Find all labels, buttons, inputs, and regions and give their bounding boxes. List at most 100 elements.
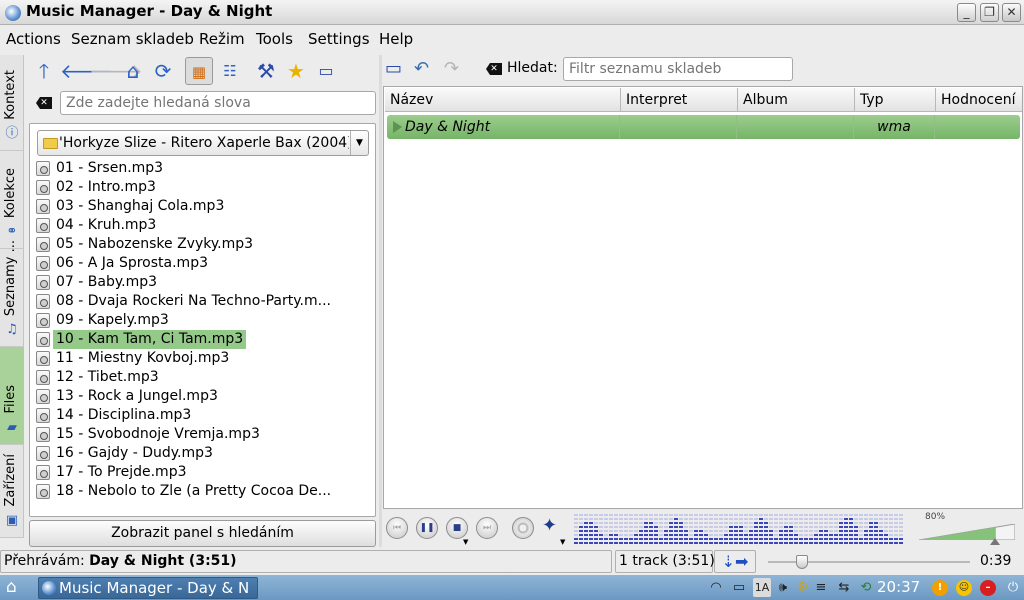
forward-arrow-icon[interactable]: 🡒 — [89, 57, 143, 85]
visualizer-menu-arrow-icon[interactable]: ▼ — [560, 538, 565, 546]
menu-playlist[interactable]: Seznam skladeb — [71, 30, 194, 48]
analyzer-cell — [654, 514, 658, 516]
undo-icon[interactable]: ↶ — [414, 57, 438, 81]
menu-actions[interactable]: Actions — [6, 30, 61, 48]
maximize-button[interactable]: ❐ — [980, 3, 999, 22]
smiley-icon[interactable]: ☺ — [956, 580, 972, 596]
analyzer-cell — [889, 534, 893, 536]
alert-icon[interactable]: ! — [932, 580, 948, 596]
analyzer-cell — [774, 530, 778, 532]
redo-icon[interactable]: ↷ — [444, 57, 468, 81]
file-list-item[interactable]: 16 - Gajdy - Dudy.mp3 — [35, 444, 370, 463]
stop-menu-arrow-icon[interactable]: ▼ — [463, 538, 468, 546]
analyzer-cell — [759, 518, 763, 520]
analyzer-cell — [604, 542, 608, 544]
volume-knob[interactable] — [990, 538, 1000, 545]
analyzer-cell — [874, 530, 878, 532]
minimize-button[interactable]: _ — [957, 3, 976, 22]
column-artist[interactable]: Interpret — [621, 88, 738, 112]
visualizer-icon[interactable]: ✦ — [542, 515, 557, 536]
analyzer-cell — [729, 538, 733, 540]
file-list-item[interactable]: 03 - Shanghaj Cola.mp3 — [35, 197, 370, 216]
menu-mode[interactable]: Režim — [199, 30, 245, 48]
playlist-filter-input[interactable] — [563, 57, 793, 81]
analyzer-cell — [724, 522, 728, 524]
preview-icon[interactable]: ▭ — [312, 57, 340, 85]
analyzer-cell — [789, 542, 793, 544]
file-list-item[interactable]: 13 - Rock a Jungel.mp3 — [35, 387, 370, 406]
chevron-down-icon[interactable]: ▼ — [350, 131, 368, 155]
queue-icon[interactable]: ⇣➡ — [714, 550, 756, 573]
back-arrow-icon[interactable]: 🡐 — [60, 57, 114, 85]
file-list-item[interactable]: 06 - A Ja Sprosta.mp3 — [35, 254, 370, 273]
battery-icon[interactable]: ▭ — [729, 578, 749, 597]
show-search-panel-button[interactable]: Zobrazit panel s hledáním — [29, 520, 376, 547]
icon-view-icon[interactable]: ▦ — [185, 57, 213, 85]
file-list-item[interactable]: 01 - Srsen.mp3 — [35, 159, 370, 178]
file-list-item[interactable]: 15 - Svobodnoje Vremja.mp3 — [35, 425, 370, 444]
analyzer-cell — [799, 542, 803, 544]
clock[interactable]: 20:37 — [877, 578, 920, 596]
volume-icon[interactable]: 🕪 — [774, 578, 792, 597]
taskbar-item[interactable]: Music Manager - Day & N — [38, 577, 258, 599]
path-selector[interactable]: 'Horkyze Slize - Ritero Xaperle Bax (200… — [37, 130, 369, 156]
file-search-input[interactable] — [60, 91, 376, 115]
file-list-item[interactable]: 14 - Disciplina.mp3 — [35, 406, 370, 425]
clear-search-icon[interactable]: ✕ — [36, 97, 52, 109]
tab-playlists[interactable]: Seznamy ... ♫ — [0, 240, 24, 347]
file-list-item[interactable]: 17 - To Prejde.mp3 — [35, 463, 370, 482]
file-list-item[interactable]: 11 - Miestny Kovboj.mp3 — [35, 349, 370, 368]
menu-settings[interactable]: Settings — [308, 30, 370, 48]
stop-button[interactable]: ■ — [446, 517, 468, 539]
cd-icon[interactable] — [512, 517, 534, 539]
file-list-item[interactable]: 08 - Dvaja Rockeri Na Techno-Party.m... — [35, 292, 370, 311]
bookmark-star-icon[interactable]: ★ — [282, 57, 310, 85]
storage-icon[interactable]: ≡ — [813, 578, 829, 597]
up-arrow-icon[interactable]: 🡑 — [30, 57, 58, 85]
analyzer-cell — [609, 526, 613, 528]
file-list-item[interactable]: 05 - Nabozenske Zvyky.mp3 — [35, 235, 370, 254]
volume-control[interactable]: 80% — [917, 512, 1017, 547]
close-button[interactable]: ✕ — [1002, 3, 1021, 22]
tab-collection[interactable]: Kolekce ⚭ — [0, 151, 24, 249]
keyboard-layout-indicator[interactable]: 1A — [753, 578, 771, 597]
tab-files[interactable]: Files ▰ — [0, 347, 24, 445]
tab-context[interactable]: Kontext ⓘ — [0, 55, 24, 151]
column-rating[interactable]: Hodnocení — [936, 88, 1022, 112]
playlist-row[interactable]: Day & Night wma — [387, 115, 1020, 139]
network-icon[interactable]: ⚙ — [794, 578, 812, 597]
column-album[interactable]: Album — [738, 88, 855, 112]
file-list-item[interactable]: 12 - Tibet.mp3 — [35, 368, 370, 387]
previous-button[interactable]: ⏮ — [386, 517, 408, 539]
menu-help[interactable]: Help — [379, 30, 413, 48]
file-list-item[interactable]: 02 - Intro.mp3 — [35, 178, 370, 197]
update-icon[interactable]: ⟲ — [857, 578, 875, 597]
file-name: 14 - Disciplina.mp3 — [56, 407, 192, 423]
file-list-item[interactable]: 04 - Kruh.mp3 — [35, 216, 370, 235]
menu-tools[interactable]: Tools — [256, 30, 293, 48]
home-icon[interactable]: ⌂ — [6, 578, 17, 596]
tab-devices[interactable]: Zařízení ▣ — [0, 445, 24, 538]
wifi-icon[interactable]: ◠ — [707, 578, 725, 597]
volume-slider[interactable] — [919, 524, 1015, 540]
usb-icon[interactable]: ⇆ — [833, 578, 855, 597]
clear-filter-icon[interactable]: ✕ — [486, 63, 502, 75]
file-list-item[interactable]: 07 - Baby.mp3 — [35, 273, 370, 292]
file-list-item[interactable]: 10 - Kam Tam, Ci Tam.mp3 — [35, 330, 370, 349]
file-list-item[interactable]: 09 - Kapely.mp3 — [35, 311, 370, 330]
seek-knob[interactable] — [796, 555, 809, 569]
power-icon[interactable]: ⏻ — [1004, 578, 1022, 597]
logout-icon[interactable]: – — [980, 580, 996, 596]
analyzer-cell — [629, 542, 633, 544]
next-button[interactable]: ⏭ — [476, 517, 498, 539]
playlist-window-icon[interactable]: ▭ — [385, 57, 409, 81]
panel-splitter[interactable] — [379, 55, 382, 547]
reload-icon[interactable]: ⟳ — [149, 57, 177, 85]
tools-icon[interactable]: ⚒ — [252, 57, 280, 85]
pause-button[interactable]: ❚❚ — [416, 517, 438, 539]
file-list-item[interactable]: 18 - Nebolo to Zle (a Pretty Cocoa De... — [35, 482, 370, 501]
column-title[interactable]: Název — [385, 88, 621, 112]
detail-view-icon[interactable]: ☷ — [216, 57, 244, 85]
home-icon[interactable]: ⌂ — [119, 57, 147, 85]
column-type[interactable]: Typ — [855, 88, 936, 112]
